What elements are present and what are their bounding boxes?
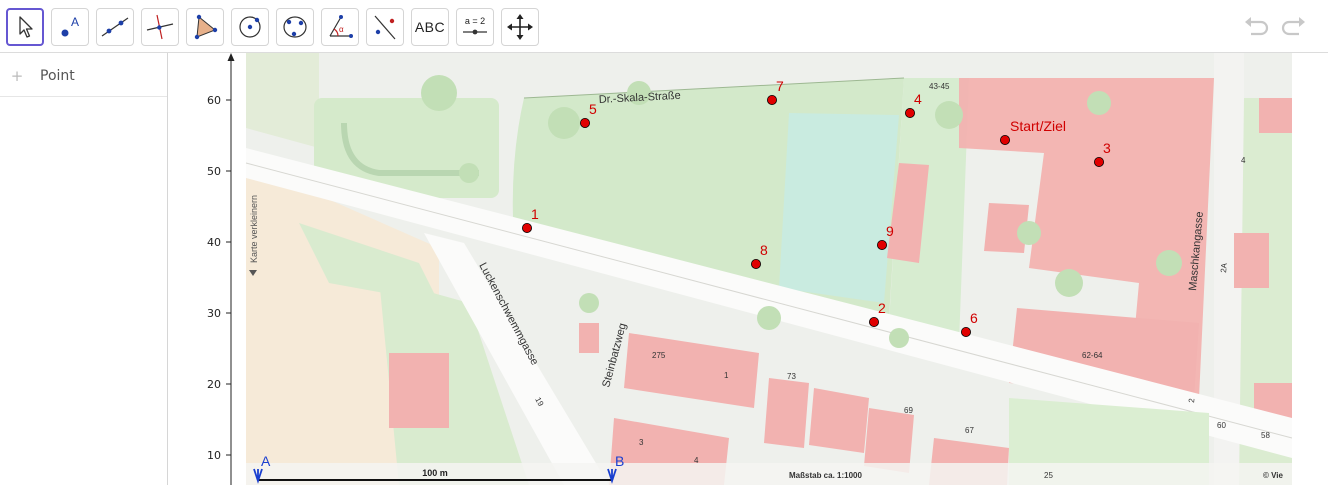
point-7[interactable]: [767, 95, 778, 106]
point-9[interactable]: [877, 239, 888, 250]
map-background-image: [245, 53, 1328, 485]
map-copyright: © Vie: [1263, 471, 1284, 480]
slider-tool-button[interactable]: a = 2: [456, 8, 494, 46]
cursor-arrow-icon: [19, 16, 33, 38]
y-axis-arrow-icon: [227, 53, 235, 61]
y-tick-label: 40: [207, 236, 221, 249]
house-number: 67: [965, 426, 974, 435]
undo-icon: [1245, 17, 1269, 36]
y-tick-label: 50: [207, 165, 221, 178]
slider-icon: a = 2: [463, 16, 487, 35]
slider-tool-label: a = 2: [465, 16, 485, 26]
y-tick-label: 20: [207, 378, 221, 391]
ellipse-icon: [283, 16, 307, 38]
polygon-tool-button[interactable]: [186, 8, 224, 46]
circle-center-icon: [239, 16, 261, 38]
point-2[interactable]: [869, 316, 880, 327]
house-number: 4: [1241, 156, 1246, 165]
house-number: 1: [724, 371, 729, 380]
perpendicular-line-icon: [146, 14, 174, 40]
angle-tool-button[interactable]: α: [321, 8, 359, 46]
house-number: 3: [639, 438, 644, 447]
polygon-icon: [194, 14, 218, 40]
point-4[interactable]: [905, 108, 916, 119]
map-scale-text: Maßstab ca. 1:1000: [789, 471, 862, 480]
house-number: 58: [1261, 431, 1270, 440]
point-start-ziel[interactable]: [1000, 135, 1011, 146]
house-number: 25: [1044, 471, 1053, 480]
text-tool-button[interactable]: ABC: [411, 8, 449, 46]
toolbar: A α ABC a = 2: [0, 0, 1328, 53]
point-label: 1: [531, 206, 539, 222]
point-1[interactable]: [521, 222, 532, 233]
house-number: 60: [1217, 421, 1226, 430]
point-8[interactable]: [751, 258, 762, 269]
y-tick-label: 60: [207, 94, 221, 107]
graphics-canvas[interactable]: Dr.-Skala-Straße Luckenschwemmgasse Stei…: [169, 53, 1328, 485]
line-tool-button[interactable]: [96, 8, 134, 46]
redo-button[interactable]: [1279, 14, 1307, 40]
house-number: 73: [787, 372, 796, 381]
move-tool-button[interactable]: [6, 8, 44, 46]
point-label: 6: [970, 310, 978, 326]
move-arrows-icon: [507, 14, 533, 40]
house-number: 275: [652, 351, 666, 360]
perpendicular-line-tool-button[interactable]: [141, 8, 179, 46]
point-label: 5: [589, 101, 597, 117]
circle-center-tool-button[interactable]: [231, 8, 269, 46]
segment-end-point-label: B: [615, 453, 624, 469]
point-tool-label: A: [71, 15, 79, 29]
point-label: 7: [776, 78, 784, 94]
point-label: 2: [878, 300, 886, 316]
house-number: 69: [904, 406, 913, 415]
point-label: 3: [1103, 140, 1111, 156]
y-tick-label: 30: [207, 307, 221, 320]
algebra-input-row[interactable]: + Point: [0, 53, 167, 97]
y-axis-ticks: 10 20 30 40 50 60: [207, 94, 231, 462]
house-number: 43-45: [929, 82, 950, 91]
point-5[interactable]: [579, 118, 590, 129]
redo-icon: [1281, 17, 1305, 36]
point-a-icon: A: [61, 15, 79, 37]
house-number: 4: [694, 456, 699, 465]
point-6[interactable]: [961, 326, 972, 337]
y-tick-label: 10: [207, 449, 221, 462]
point-label: 4: [914, 91, 922, 107]
graphics-view[interactable]: Dr.-Skala-Straße Luckenschwemmgasse Stei…: [169, 53, 1328, 485]
point-label: 8: [760, 242, 768, 258]
line-through-points-icon: [101, 17, 129, 37]
house-number: 62-64: [1082, 351, 1103, 360]
point-3[interactable]: [1094, 157, 1105, 168]
undo-button[interactable]: [1243, 14, 1271, 40]
algebra-item-label: Point: [40, 68, 75, 84]
reflect-line-icon: [374, 15, 396, 40]
text-abc-icon: ABC: [414, 19, 446, 35]
segment-length-label: 100 m: [422, 468, 448, 478]
house-number: 2A: [1219, 262, 1229, 273]
add-item-plus-icon[interactable]: +: [10, 69, 24, 84]
point-label: 9: [886, 223, 894, 239]
algebra-view: + Point: [0, 53, 168, 485]
point-tool-button[interactable]: A: [51, 8, 89, 46]
map-zoom-out-label[interactable]: Karte verkleinern: [249, 195, 259, 263]
circle-three-points-tool-button[interactable]: [276, 8, 314, 46]
segment-start-point-label: A: [261, 453, 271, 469]
angle-icon: α: [329, 15, 353, 38]
move-graphics-tool-button[interactable]: [501, 8, 539, 46]
angle-tool-label: α: [339, 25, 344, 34]
geogebra-app: A α ABC a = 2 + Point Dr.-Skala-Straße L…: [0, 0, 1328, 485]
reflect-tool-button[interactable]: [366, 8, 404, 46]
point-label: Start/Ziel: [1010, 118, 1066, 134]
